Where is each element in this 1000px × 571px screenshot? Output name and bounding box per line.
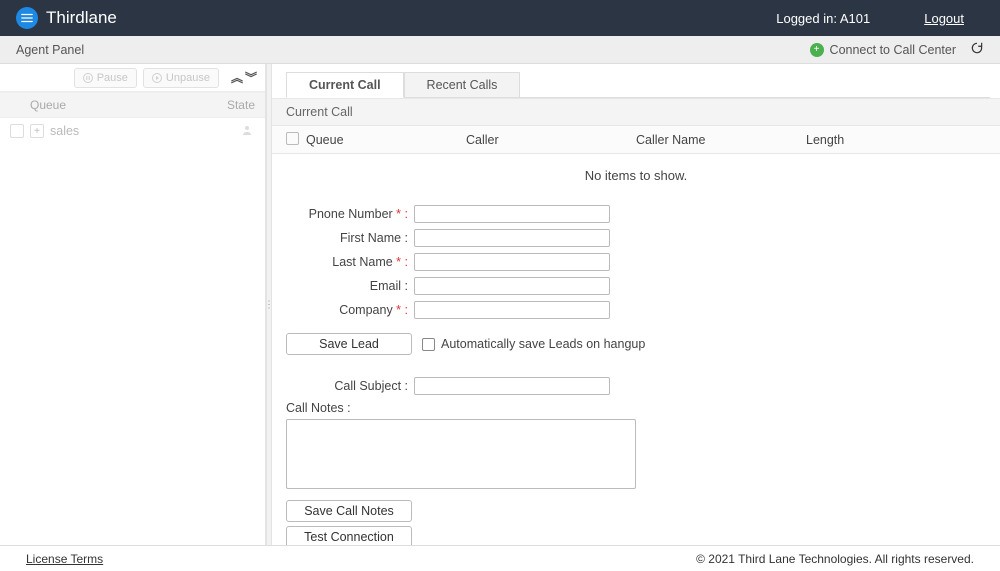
sidebar-col-queue: Queue [30,98,205,112]
company-label: Company * : [286,303,414,317]
row-checkbox[interactable] [10,124,24,138]
first-name-input[interactable] [414,229,610,247]
menu-lines-icon [20,11,34,25]
collapse-all-icon[interactable]: ︽ [231,69,243,86]
tab-recent-calls[interactable]: Recent Calls [404,72,521,98]
play-icon [152,73,162,83]
email-input[interactable] [414,277,610,295]
sidebar: Pause Unpause ︽ ︾ Queue State + sales [0,64,266,545]
call-notes-label: Call Notes : [286,401,986,415]
call-notes-textarea[interactable] [286,419,636,489]
email-label: Email : [286,279,414,293]
col-length: Length [806,133,906,147]
first-name-label: First Name : [286,231,414,245]
brand-name: Thirdlane [46,8,117,28]
auto-save-checkbox-wrap[interactable]: Automatically save Leads on hangup [422,337,645,351]
current-call-panel: Current Call Queue Caller Caller Name Le… [272,98,1000,545]
refresh-icon[interactable] [970,41,984,58]
logged-in-prefix: Logged in: [776,11,840,26]
page-title: Agent Panel [16,43,84,57]
logged-in-user: A101 [840,11,870,26]
expand-all-icon[interactable]: ︾ [245,69,257,86]
phone-input[interactable] [414,205,610,223]
license-terms-link[interactable]: License Terms [26,552,103,566]
auto-save-checkbox[interactable] [422,338,435,351]
col-caller-name: Caller Name [636,133,806,147]
company-input[interactable] [414,301,610,319]
last-name-label: Last Name * : [286,255,414,269]
agent-state-icon [241,124,255,139]
connect-call-center-button[interactable]: + Connect to Call Center [810,43,956,57]
unpause-button[interactable]: Unpause [143,68,219,88]
sub-header: Agent Panel + Connect to Call Center [0,36,1000,64]
copyright-text: © 2021 Third Lane Technologies. All righ… [696,552,974,566]
connect-label: Connect to Call Center [830,43,956,57]
tab-strip: Current Call Recent Calls [286,72,1000,98]
queue-name: sales [50,124,241,138]
pause-label: Pause [97,72,128,84]
logout-link[interactable]: Logout [924,11,964,26]
footer: License Terms © 2021 Third Lane Technolo… [0,545,1000,571]
empty-grid-message: No items to show. [272,154,1000,197]
splitter-handle[interactable] [266,64,272,545]
logged-in-label: Logged in: A101 [776,11,870,26]
unpause-label: Unpause [166,72,210,84]
last-name-input[interactable] [414,253,610,271]
save-lead-button[interactable]: Save Lead [286,333,412,355]
expand-row-icon[interactable]: + [30,124,44,138]
call-subject-input[interactable] [414,377,610,395]
expand-collapse-controls: ︽ ︾ [231,69,257,86]
auto-save-label: Automatically save Leads on hangup [441,337,645,351]
select-all-checkbox[interactable] [286,132,299,145]
call-subject-label: Call Subject : [286,379,414,393]
col-queue: Queue [306,133,466,147]
sidebar-queue-row[interactable]: + sales [0,118,265,144]
main-panel: Current Call Recent Calls Current Call Q… [272,64,1000,545]
sidebar-toolbar: Pause Unpause ︽ ︾ [0,64,265,92]
lead-form: Pnone Number * : First Name : Last Name … [272,197,1000,545]
top-header: Thirdlane Logged in: A101 Logout [0,0,1000,36]
pause-button[interactable]: Pause [74,68,137,88]
col-caller: Caller [466,133,636,147]
plus-circle-icon: + [810,43,824,57]
work-area: Pause Unpause ︽ ︾ Queue State + sales [0,64,1000,545]
pause-icon [83,73,93,83]
brand-logo-icon [16,7,38,29]
save-call-notes-button[interactable]: Save Call Notes [286,500,412,522]
test-connection-button[interactable]: Test Connection [286,526,412,545]
sidebar-col-state: State [205,98,255,112]
tab-current-call[interactable]: Current Call [286,72,404,98]
grid-header: Queue Caller Caller Name Length [272,126,1000,154]
phone-label: Pnone Number * : [286,207,414,221]
sidebar-header-row: Queue State [0,92,265,118]
panel-title: Current Call [272,98,1000,126]
